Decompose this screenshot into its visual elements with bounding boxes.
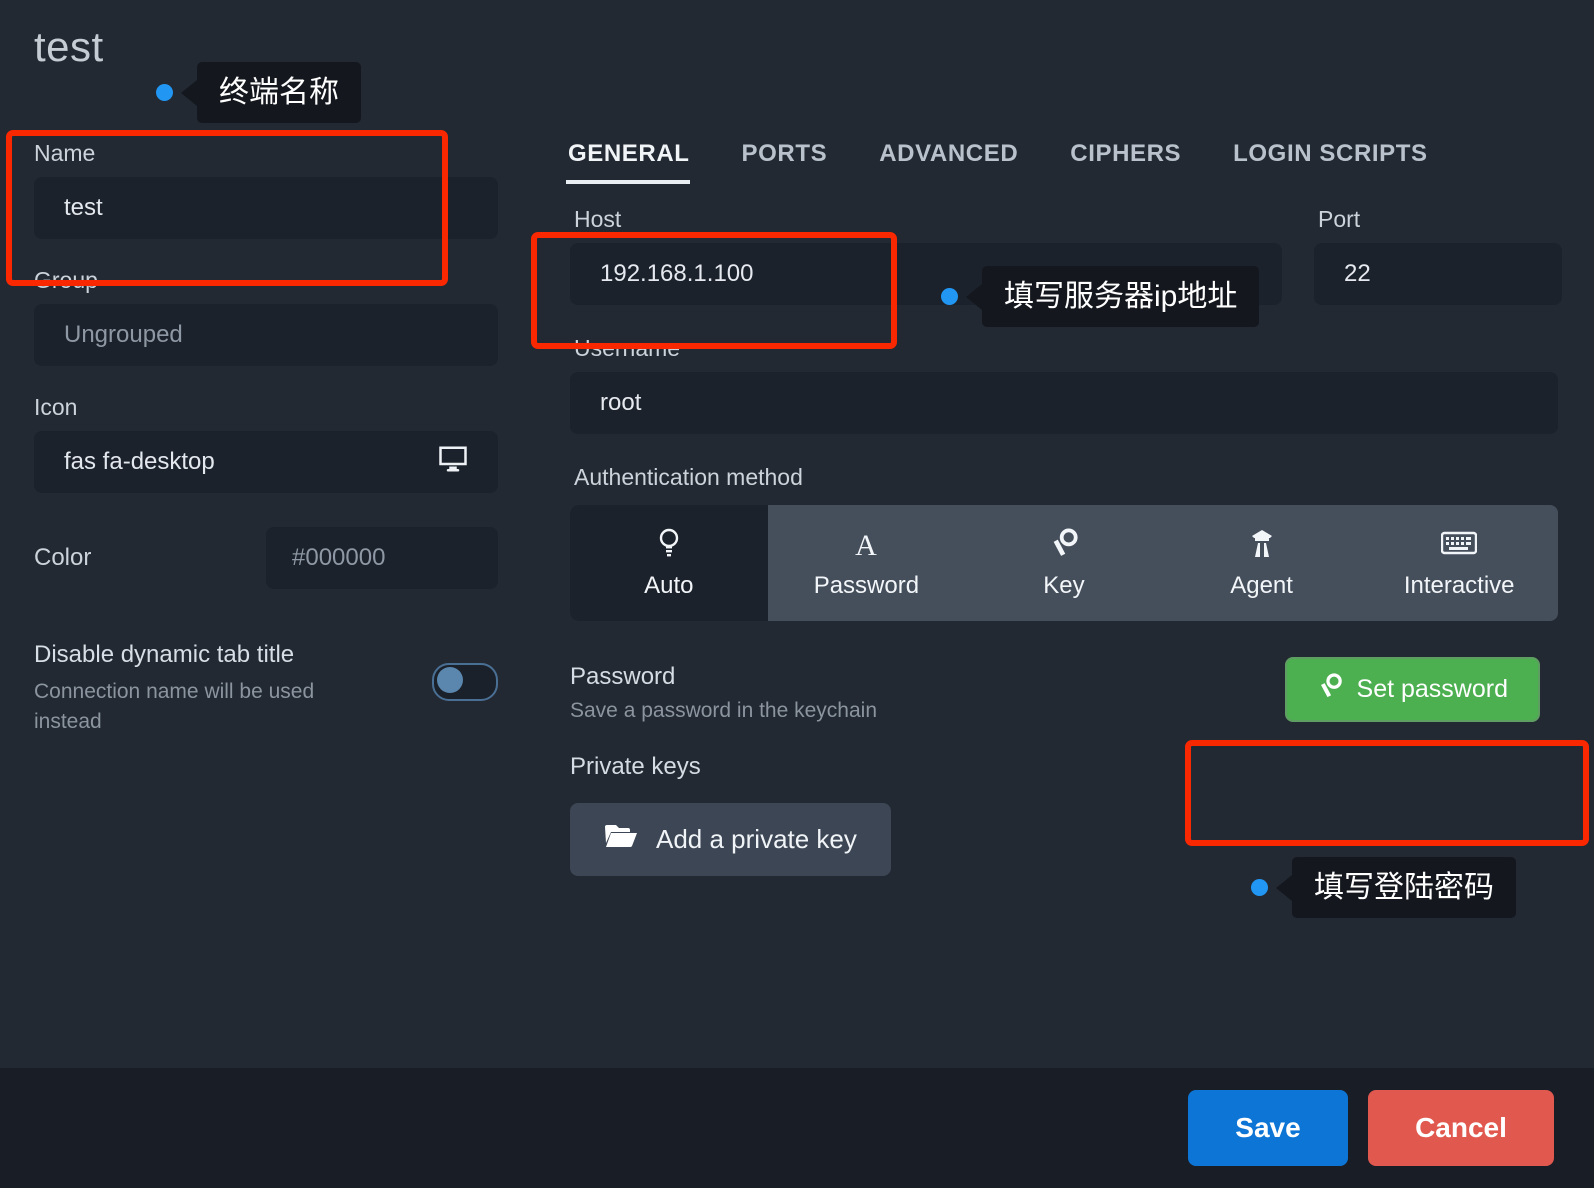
key-icon xyxy=(1049,526,1079,560)
auth-option-password-label: Password xyxy=(813,572,920,599)
add-private-key-label: Add a private key xyxy=(656,824,857,854)
color-label: Color xyxy=(34,544,92,571)
dynamic-tab-title-toggle[interactable] xyxy=(432,663,498,701)
auth-option-auto-label: Auto xyxy=(644,572,694,599)
auth-option-agent[interactable]: Agent xyxy=(1163,505,1361,621)
tab-general[interactable]: GENERAL xyxy=(566,140,716,184)
cancel-button[interactable]: Cancel xyxy=(1368,1090,1554,1166)
callout-tail-icon xyxy=(966,283,982,310)
callout-login-password: 填写登陆密码 xyxy=(1251,857,1516,918)
dynamic-tab-title-row: Disable dynamic tab title Connection nam… xyxy=(34,641,498,737)
callout-server-ip: 填写服务器ip地址 xyxy=(941,266,1260,327)
host-label: Host xyxy=(574,206,622,232)
auth-option-agent-label: Agent xyxy=(1230,572,1293,599)
private-keys-label: Private keys xyxy=(570,753,701,780)
auth-method-segmented-control: Auto A Password Key Agent Interactive xyxy=(570,505,1558,621)
auth-option-interactive[interactable]: Interactive xyxy=(1360,505,1558,621)
username-label: Username xyxy=(574,335,681,361)
auth-option-key-label: Key xyxy=(1043,572,1085,599)
agent-icon xyxy=(1248,526,1276,560)
auth-option-auto[interactable]: Auto xyxy=(570,505,768,621)
left-settings-panel: test Name test Group Ungrouped Icon fas … xyxy=(0,0,532,1068)
username-input[interactable]: root xyxy=(570,372,1558,434)
callout-text: 终端名称 xyxy=(197,62,361,123)
icon-value: fas fa-desktop xyxy=(64,448,215,475)
callout-tail-icon xyxy=(1276,874,1292,901)
auth-option-key[interactable]: Key xyxy=(965,505,1163,621)
password-block: Password Save a password in the keychain… xyxy=(570,657,1558,723)
tab-ports[interactable]: PORTS xyxy=(716,140,854,184)
group-field-group: Group Ungrouped xyxy=(34,267,498,366)
name-input[interactable]: test xyxy=(34,177,498,239)
color-field-group: Color #000000 xyxy=(34,527,498,589)
tab-login-scripts[interactable]: LOGIN SCRIPTS xyxy=(1207,140,1453,184)
auth-method-label: Authentication method xyxy=(574,464,803,490)
port-input[interactable]: 22 xyxy=(1314,243,1562,305)
dialog-footer: Save Cancel xyxy=(0,1068,1594,1188)
group-input[interactable]: Ungrouped xyxy=(34,304,498,366)
port-field-group: Port 22 xyxy=(1314,206,1562,305)
icon-label: Icon xyxy=(34,394,78,420)
callout-dot-icon xyxy=(156,84,173,101)
icon-field-group: Icon fas fa-desktop xyxy=(34,394,498,493)
lightbulb-icon xyxy=(657,526,681,560)
dynamic-tab-title-sublabel: Connection name will be used instead xyxy=(34,680,315,733)
callout-tail-icon xyxy=(181,79,197,106)
name-label: Name xyxy=(34,140,96,166)
callout-terminal-name: 终端名称 xyxy=(156,62,361,123)
save-button[interactable]: Save xyxy=(1188,1090,1348,1166)
port-label: Port xyxy=(1318,206,1361,232)
set-password-button[interactable]: Set password xyxy=(1284,657,1540,722)
key-icon xyxy=(1317,673,1343,706)
folder-open-icon xyxy=(604,823,638,856)
auth-option-password[interactable]: A Password xyxy=(768,505,966,621)
add-private-key-button[interactable]: Add a private key xyxy=(570,803,891,876)
svg-text:A: A xyxy=(856,529,878,559)
callout-dot-icon xyxy=(1251,879,1268,896)
desktop-monitor-icon xyxy=(438,444,468,481)
dynamic-tab-title-label: Disable dynamic tab title xyxy=(34,641,295,668)
color-input[interactable]: #000000 xyxy=(266,527,498,589)
set-password-label: Set password xyxy=(1356,675,1508,703)
callout-text: 填写服务器ip地址 xyxy=(982,266,1260,327)
tab-advanced[interactable]: ADVANCED xyxy=(853,140,1044,184)
auth-option-interactive-label: Interactive xyxy=(1403,572,1515,599)
settings-tabs: GENERAL PORTS ADVANCED CIPHERS LOGIN SCR… xyxy=(566,0,1572,184)
tab-ciphers[interactable]: CIPHERS xyxy=(1044,140,1207,184)
toggle-knob xyxy=(437,667,463,693)
icon-input[interactable]: fas fa-desktop xyxy=(34,431,498,493)
letter-a-icon: A xyxy=(852,526,880,560)
group-label: Group xyxy=(34,267,98,293)
username-field-group: Username root xyxy=(570,335,1558,434)
keyboard-icon xyxy=(1441,526,1478,560)
callout-text: 填写登陆密码 xyxy=(1292,857,1516,918)
auth-method-group: Authentication method Auto A Password Ke… xyxy=(570,464,1558,621)
connection-settings-dialog: test Name test Group Ungrouped Icon fas … xyxy=(0,0,1594,1188)
callout-dot-icon xyxy=(941,288,958,305)
name-field-group: Name test xyxy=(34,140,498,239)
